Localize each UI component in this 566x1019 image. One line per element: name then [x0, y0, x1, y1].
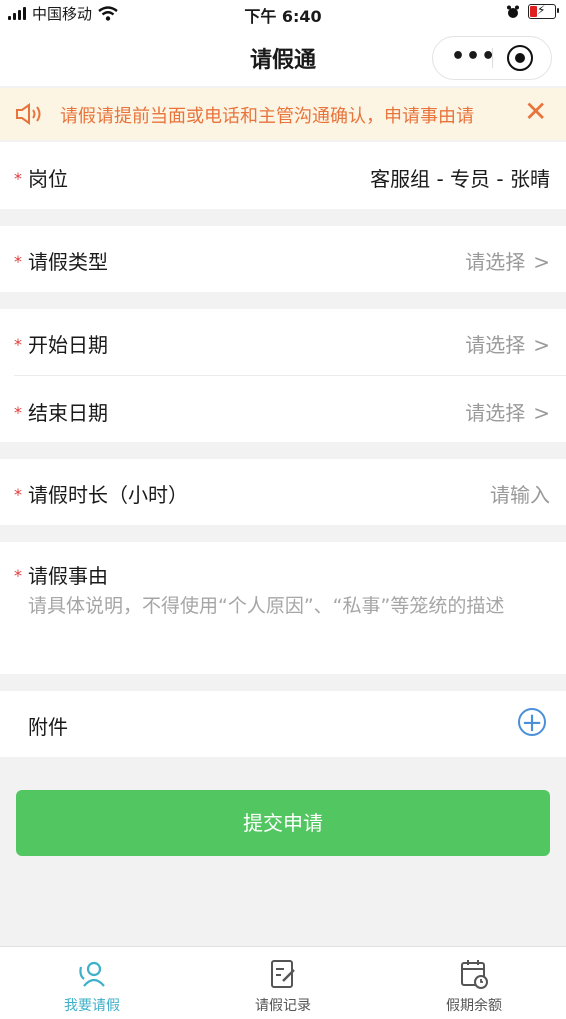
- required-mark: *: [14, 485, 22, 504]
- close-program-icon[interactable]: [507, 45, 533, 71]
- chevron-right-icon: >: [533, 250, 550, 274]
- row-divider: [14, 375, 566, 376]
- tab-label: 我要请假: [64, 998, 120, 1014]
- position-row: * 岗位 客服组 - 专员 - 张晴: [0, 142, 566, 209]
- start-date-select[interactable]: 请选择 >: [465, 329, 550, 358]
- leave-type-label-wrap: * 请假类型: [14, 246, 108, 275]
- chevron-right-icon: >: [533, 401, 550, 425]
- duration-label: 请假时长（小时）: [28, 483, 188, 507]
- leave-type-select[interactable]: 请选择 >: [465, 246, 550, 275]
- add-attachment-icon[interactable]: +: [518, 708, 546, 736]
- notice-bar: 请假请提前当面或电话和主管沟通确认，申请事由请 ✕: [0, 88, 566, 140]
- attachment-row: 附件: [0, 691, 566, 757]
- mini-program-capsule: •••: [432, 36, 552, 80]
- duration-input[interactable]: 请输入: [490, 479, 550, 508]
- reason-label: 请假事由: [28, 564, 108, 588]
- required-mark: *: [14, 403, 22, 422]
- tab-bar: 我要请假 请假记录 假期余额: [0, 946, 566, 1019]
- attachment-label: 附件: [28, 715, 68, 739]
- battery-icon: ⚡: [528, 3, 559, 19]
- close-icon[interactable]: ✕: [524, 96, 547, 128]
- tab-apply-leave[interactable]: 我要请假: [22, 947, 162, 1019]
- chevron-right-icon: >: [533, 333, 550, 357]
- edit-document-icon: [271, 960, 295, 988]
- start-date-value: 请选择: [465, 333, 526, 357]
- required-mark: *: [14, 169, 22, 188]
- end-date-label: 结束日期: [28, 401, 108, 425]
- nav-bar: 请假通 •••: [0, 28, 566, 86]
- position-value: 客服组 - 专员 - 张晴: [370, 167, 550, 191]
- capsule-divider: [492, 48, 493, 68]
- required-mark: *: [14, 252, 22, 271]
- tab-label: 请假记录: [255, 998, 311, 1014]
- leave-type-value: 请选择: [465, 250, 526, 274]
- tab-leave-records[interactable]: 请假记录: [213, 947, 353, 1019]
- leave-type-label: 请假类型: [28, 250, 108, 274]
- required-mark: *: [14, 566, 22, 585]
- reason-textarea[interactable]: 请具体说明，不得使用“个人原因”、“私事”等笼统的描述: [28, 593, 552, 619]
- status-time: 下午 6:40: [244, 7, 322, 26]
- tab-label: 假期余额: [446, 998, 502, 1014]
- date-group: * 开始日期 请选择 > * 结束日期 请选择 >: [0, 309, 566, 442]
- leave-type-row[interactable]: * 请假类型 请选择 >: [0, 226, 566, 292]
- position-label-wrap: * 岗位: [14, 163, 68, 192]
- duration-label-wrap: * 请假时长（小时）: [14, 479, 188, 508]
- start-date-label: 开始日期: [28, 333, 108, 357]
- more-icon[interactable]: •••: [451, 46, 496, 68]
- speaker-icon: [16, 103, 41, 125]
- status-right: ⚡: [506, 3, 559, 19]
- position-label: 岗位: [28, 167, 68, 191]
- calendar-clock-icon: [461, 960, 488, 989]
- end-date-label-wrap: * 结束日期: [14, 397, 108, 426]
- required-mark: *: [14, 335, 22, 354]
- reason-label-wrap: * 请假事由: [14, 560, 108, 589]
- end-date-select[interactable]: 请选择 >: [465, 397, 550, 426]
- submit-button[interactable]: 提交申请: [16, 790, 550, 856]
- status-bar: 中国移动 下午 6:40 ⚡: [0, 0, 566, 28]
- person-search-icon: [79, 961, 105, 987]
- alarm-icon: [507, 5, 519, 18]
- end-date-value: 请选择: [465, 401, 526, 425]
- tab-leave-balance[interactable]: 假期余额: [404, 947, 544, 1019]
- duration-row: * 请假时长（小时） 请输入: [0, 459, 566, 525]
- notice-text: 请假请提前当面或电话和主管沟通确认，申请事由请: [60, 106, 474, 127]
- start-date-label-wrap: * 开始日期: [14, 329, 108, 358]
